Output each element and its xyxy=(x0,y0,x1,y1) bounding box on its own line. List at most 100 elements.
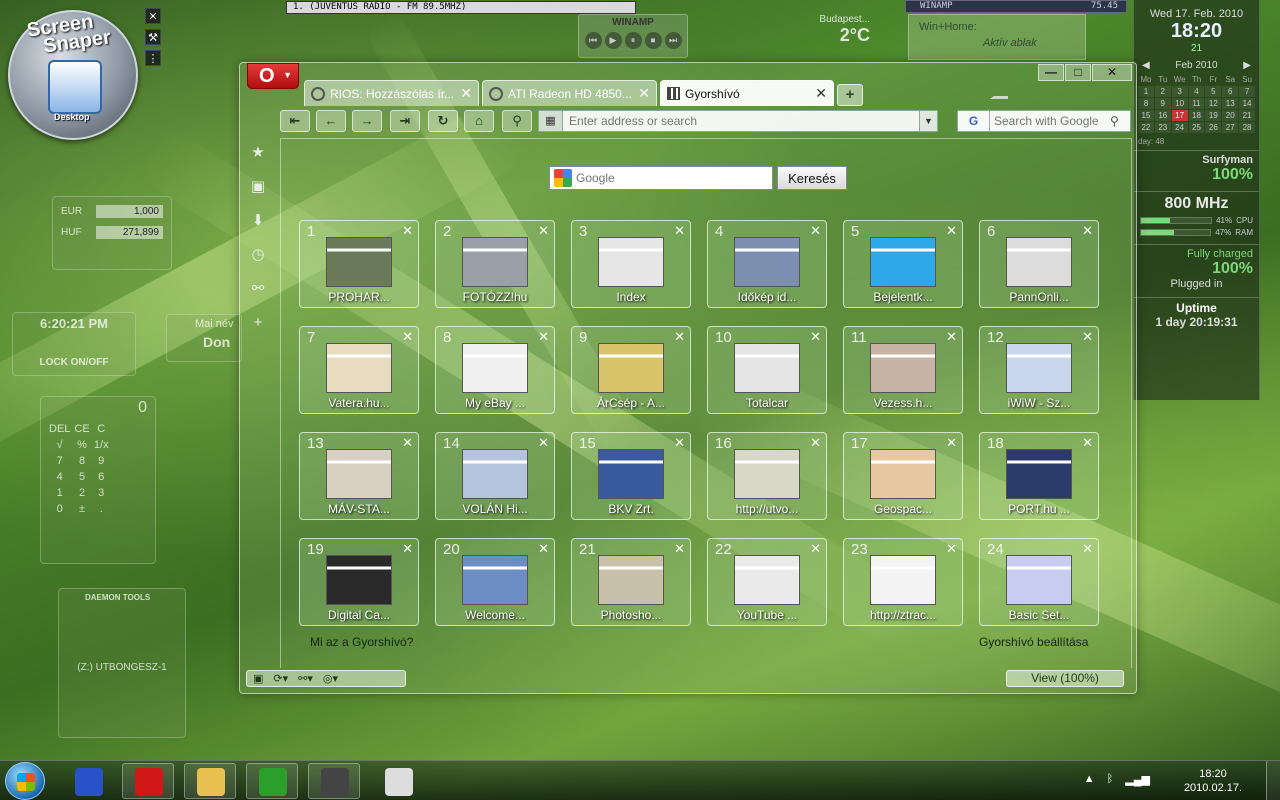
close-icon[interactable]: ✕ xyxy=(1082,329,1093,345)
tab-ati-radeon[interactable]: ATI Radeon HD 4850... ✕ xyxy=(482,80,657,106)
speed-dial-tile[interactable]: 3 ✕ Index xyxy=(571,220,691,308)
tab-speed-dial[interactable]: Gyorshívó ✕ xyxy=(660,80,834,106)
close-icon[interactable]: ✕ xyxy=(946,329,957,345)
calc-key[interactable] xyxy=(113,471,128,483)
currency-value[interactable]: 1,000 xyxy=(96,205,163,218)
network-signal-icon[interactable]: ▂▄▆ xyxy=(1125,773,1150,786)
calendar-day[interactable]: 4 xyxy=(1188,86,1205,97)
sync-icon[interactable]: ⟳▾ xyxy=(273,672,288,685)
speed-dial-tile[interactable]: 12 ✕ iWiW - Sz... xyxy=(979,326,1099,414)
calc-key[interactable]: CE xyxy=(74,423,89,435)
calc-key[interactable]: 1/x xyxy=(94,439,109,451)
calc-key[interactable]: C xyxy=(94,423,109,435)
calendar-day[interactable]: 7 xyxy=(1239,86,1255,97)
calendar-day[interactable]: 1 xyxy=(1138,86,1154,97)
speed-dial-tile[interactable]: 21 ✕ Photosho... xyxy=(571,538,691,626)
speaker-app-button[interactable] xyxy=(308,763,360,799)
close-icon[interactable]: ✕ xyxy=(674,541,685,557)
calendar-day[interactable]: 14 xyxy=(1239,98,1255,109)
close-icon[interactable]: ✕ xyxy=(1082,541,1093,557)
opera-app-button[interactable] xyxy=(122,763,174,799)
calc-key[interactable]: . xyxy=(94,503,109,515)
chevron-down-icon[interactable]: ▼ xyxy=(919,111,937,131)
speed-dial-tile[interactable]: 11 ✕ Vezess.h... xyxy=(843,326,963,414)
bookmarks-icon[interactable]: ★ xyxy=(248,143,268,163)
unite-icon[interactable]: ⚯▾ xyxy=(298,672,313,685)
calendar-day[interactable]: 11 xyxy=(1188,98,1205,109)
calc-key[interactable]: 2 xyxy=(74,487,89,499)
close-icon[interactable]: ✕ xyxy=(402,329,413,345)
calendar-day[interactable]: 28 xyxy=(1239,122,1255,133)
calendar-day[interactable]: 16 xyxy=(1154,110,1171,121)
speed-dial-tile[interactable]: 20 ✕ Welcome... xyxy=(435,538,555,626)
speed-dial-tile[interactable]: 8 ✕ My eBay ... xyxy=(435,326,555,414)
calc-key[interactable]: 1 xyxy=(49,487,70,499)
close-icon[interactable]: ✕ xyxy=(810,223,821,239)
close-icon[interactable]: ✕ xyxy=(946,541,957,557)
currency-code[interactable]: EUR xyxy=(61,206,92,217)
calendar-day[interactable]: 19 xyxy=(1205,110,1222,121)
calendar-day[interactable]: 17 xyxy=(1171,110,1188,121)
speed-dial-tile[interactable]: 18 ✕ PORT.hu ... xyxy=(979,432,1099,520)
tab-rios[interactable]: RIOS: Hozzászólás ír... ✕ xyxy=(304,80,479,106)
close-window-button[interactable]: ✕ xyxy=(1092,64,1132,81)
wrench-icon[interactable]: ⚒ xyxy=(145,29,161,45)
calc-key[interactable]: √ xyxy=(49,439,70,451)
calc-key[interactable]: 9 xyxy=(94,455,109,467)
speed-dial-tile[interactable]: 2 ✕ FOTÓZZ!hu xyxy=(435,220,555,308)
calc-key[interactable] xyxy=(132,423,147,435)
calc-key[interactable]: 6 xyxy=(94,471,109,483)
speed-dial-tile[interactable]: 19 ✕ Digital Ca... xyxy=(299,538,419,626)
close-icon[interactable]: ✕ xyxy=(1082,223,1093,239)
calendar-day[interactable]: 23 xyxy=(1154,122,1171,133)
fast-forward-button[interactable]: ⇥ xyxy=(390,110,420,132)
close-tab-icon[interactable]: ✕ xyxy=(460,85,472,102)
calc-key[interactable]: 8 xyxy=(74,455,89,467)
currency-value[interactable]: 271,899 xyxy=(96,226,163,239)
calc-key[interactable] xyxy=(113,423,128,435)
close-icon[interactable]: ✕ xyxy=(674,329,685,345)
speed-dial-tile[interactable]: 15 ✕ BKV Zrt. xyxy=(571,432,691,520)
calendar-day[interactable]: 3 xyxy=(1171,86,1188,97)
calendar-day[interactable]: 15 xyxy=(1138,110,1154,121)
close-icon[interactable]: ✕ xyxy=(810,435,821,451)
save-app-button[interactable] xyxy=(62,763,114,799)
speed-dial-tile[interactable]: 5 ✕ Bejelentk... xyxy=(843,220,963,308)
wand-button[interactable]: ⚲ xyxy=(502,110,532,132)
pause-icon[interactable]: ⏸ xyxy=(624,32,642,49)
address-input[interactable] xyxy=(563,114,919,128)
radio-station-bar[interactable]: 1. (JUVENTUS RADIO - FM 89.5MHZ) xyxy=(286,1,636,14)
close-icon[interactable]: ✕ xyxy=(946,435,957,451)
maximize-button[interactable]: □ xyxy=(1065,64,1091,81)
speed-dial-tile[interactable]: 14 ✕ VOLÁN Hi... xyxy=(435,432,555,520)
calendar-day[interactable]: 21 xyxy=(1239,110,1255,121)
calendar-day[interactable]: 20 xyxy=(1222,110,1239,121)
calc-key[interactable] xyxy=(113,439,128,451)
bluetooth-icon[interactable]: ᛒ xyxy=(1107,773,1114,786)
turbo-icon[interactable]: ◎▾ xyxy=(323,672,338,685)
calendar-day[interactable]: 6 xyxy=(1222,86,1239,97)
next-month-icon[interactable]: ▶ xyxy=(1243,60,1251,71)
calendar-day[interactable]: 2 xyxy=(1154,86,1171,97)
close-icon[interactable]: ✕ xyxy=(810,541,821,557)
close-tab-icon[interactable]: ✕ xyxy=(638,85,650,102)
close-tab-icon[interactable]: ✕ xyxy=(815,85,827,102)
show-hidden-icons[interactable]: ▲ xyxy=(1084,773,1095,786)
daemon-drive[interactable]: (Z:) UTBONGESZ-1 xyxy=(59,662,185,673)
calc-key[interactable] xyxy=(113,487,128,499)
calendar-day[interactable]: 24 xyxy=(1171,122,1188,133)
speed-dial-tile[interactable]: 22 ✕ YouTube ... xyxy=(707,538,827,626)
calendar-day[interactable]: 27 xyxy=(1222,122,1239,133)
calc-key[interactable]: DEL xyxy=(49,423,70,435)
calendar-day[interactable]: 25 xyxy=(1188,122,1205,133)
previous-icon[interactable]: ⏮ xyxy=(584,32,602,49)
speed-dial-help-link[interactable]: Mi az a Gyorshívó? xyxy=(310,635,413,649)
add-panel-icon[interactable]: + xyxy=(248,313,268,333)
back-button[interactable]: ← xyxy=(316,110,346,132)
close-icon[interactable]: ✕ xyxy=(946,223,957,239)
calendar-day[interactable]: 5 xyxy=(1205,86,1222,97)
winamp-mini-bar[interactable]: WINAMP 75.45 xyxy=(905,0,1127,13)
search-icon[interactable]: ⚲ xyxy=(1110,114,1119,128)
calendar-day[interactable]: 8 xyxy=(1138,98,1154,109)
downloads-icon[interactable]: ⬇ xyxy=(248,211,268,231)
